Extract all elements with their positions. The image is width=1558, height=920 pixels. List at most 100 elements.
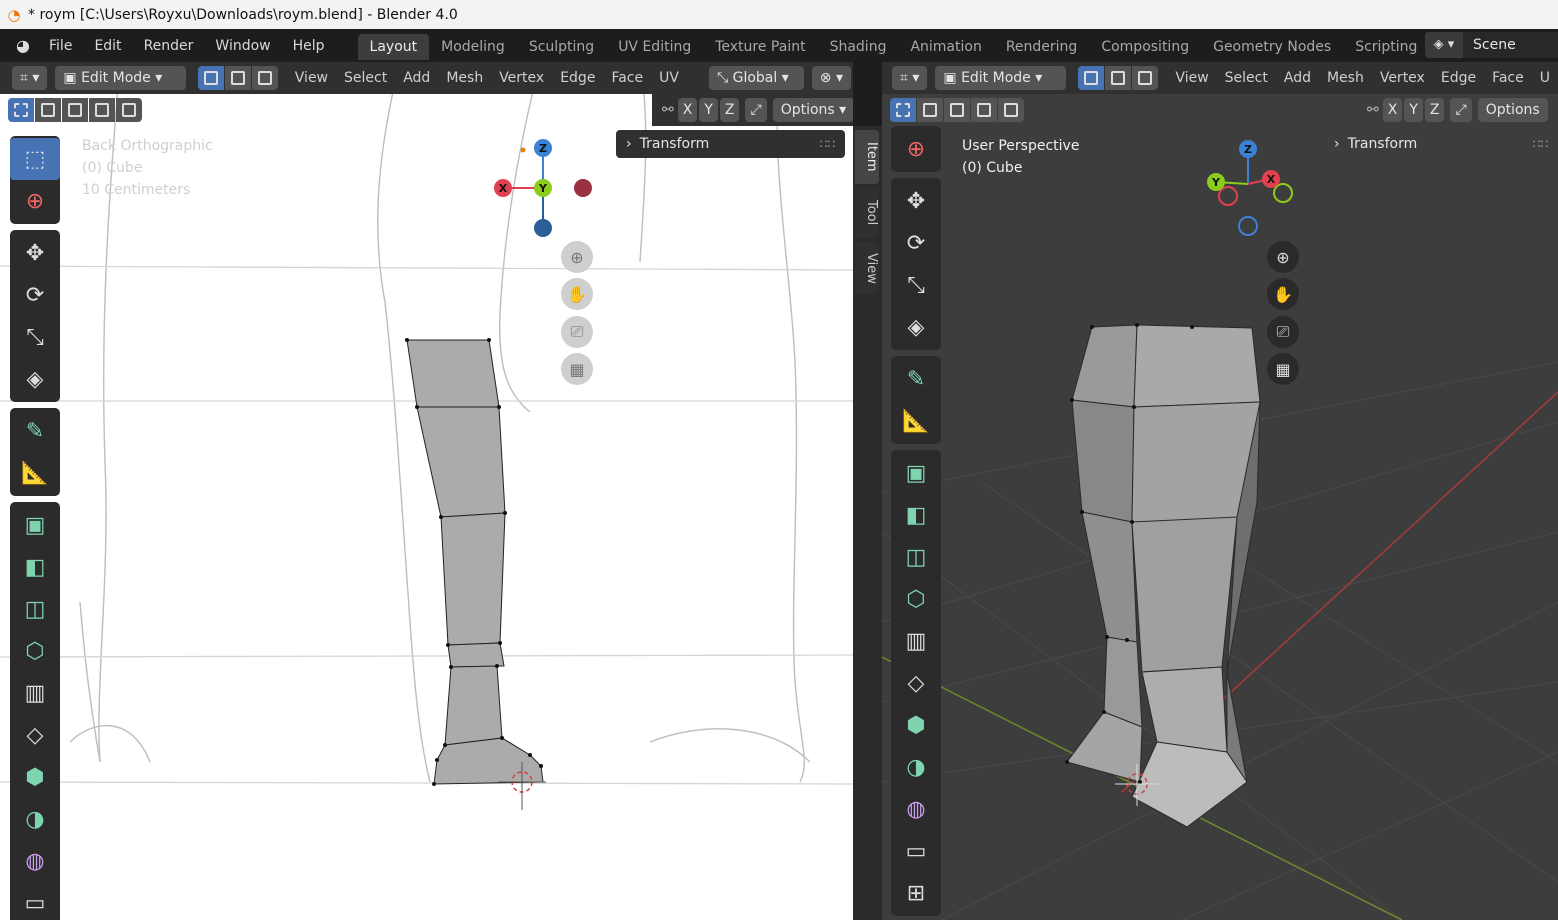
navigation-gizmo[interactable]: Z Y X — [1194, 132, 1304, 242]
extrude-tool[interactable]: ◧ — [891, 494, 941, 536]
scale-tool[interactable]: ⤡ — [10, 316, 60, 358]
scene-selector[interactable]: ◈ ▾ Scene — [1425, 32, 1558, 58]
spin-tool[interactable]: ◑ — [891, 746, 941, 788]
navigation-gizmo[interactable]: Z X Y — [490, 132, 600, 242]
scale-tool[interactable]: ⤡ — [891, 264, 941, 306]
menu-edge[interactable]: Edge — [1433, 70, 1484, 86]
perspective-toggle-icon[interactable]: ▦ — [1267, 353, 1299, 385]
tab-shading[interactable]: Shading — [818, 34, 899, 60]
pan-hand-icon[interactable]: ✋ — [561, 278, 593, 310]
select-intersect-icon[interactable] — [998, 98, 1024, 122]
drag-handle-icon[interactable]: ∷∷ — [1533, 137, 1548, 151]
transform-panel[interactable]: › Transform ∷∷ — [1324, 130, 1558, 158]
annotate-tool[interactable]: ✎ — [10, 410, 60, 452]
select-invert-icon[interactable] — [971, 98, 997, 122]
scene-icon[interactable]: ◈ ▾ — [1425, 32, 1463, 58]
menu-window[interactable]: Window — [204, 33, 281, 59]
select-extend-icon[interactable] — [35, 98, 61, 122]
pan-hand-icon[interactable]: ✋ — [1267, 278, 1299, 310]
bevel-tool[interactable]: ⬡ — [891, 578, 941, 620]
select-intersect-icon[interactable] — [116, 98, 142, 122]
drag-handle-icon[interactable]: ∷∷ — [820, 137, 835, 151]
select-box-tool[interactable]: ⬚ — [10, 138, 60, 180]
menu-edge[interactable]: Edge — [552, 70, 603, 86]
zoom-icon[interactable]: ⊕ — [1267, 241, 1299, 273]
blender-menu-icon[interactable]: ◕ — [8, 36, 38, 55]
tab-scripting[interactable]: Scripting — [1343, 34, 1429, 60]
cursor-tool[interactable]: ⊕ — [10, 180, 60, 222]
options-button[interactable]: Options — [1477, 98, 1548, 122]
smooth-tool[interactable]: ◍ — [10, 840, 60, 882]
mode-dropdown[interactable]: ▣ Edit Mode ▾ — [55, 66, 186, 90]
tab-modeling[interactable]: Modeling — [429, 34, 517, 60]
scene-name[interactable]: Scene — [1463, 32, 1558, 58]
loop-cut-tool[interactable]: ▥ — [891, 620, 941, 662]
tab-compositing[interactable]: Compositing — [1089, 34, 1201, 60]
poly-build-tool[interactable]: ⬢ — [891, 704, 941, 746]
camera-icon[interactable]: ⎚ — [1267, 316, 1299, 348]
tab-sculpting[interactable]: Sculpting — [517, 34, 606, 60]
select-new-icon[interactable] — [8, 98, 34, 122]
edge-slide-tool[interactable]: ▭ — [10, 882, 60, 920]
edge-select-icon[interactable] — [224, 66, 251, 90]
move-tool[interactable]: ✥ — [10, 232, 60, 274]
menu-select[interactable]: Select — [1217, 70, 1276, 86]
menu-file[interactable]: File — [38, 33, 83, 59]
menu-vertex[interactable]: Vertex — [1372, 70, 1433, 86]
face-select-icon[interactable] — [1132, 66, 1159, 90]
smooth-tool[interactable]: ◍ — [891, 788, 941, 830]
move-tool[interactable]: ✥ — [891, 180, 941, 222]
select-extend-icon[interactable] — [917, 98, 943, 122]
menu-view[interactable]: View — [1167, 70, 1216, 86]
knife-tool[interactable]: ◇ — [10, 714, 60, 756]
measure-tool[interactable]: 📐 — [891, 400, 941, 442]
camera-icon[interactable]: ⎚ — [561, 316, 593, 348]
rotate-tool[interactable]: ⟳ — [10, 274, 60, 316]
measure-tool[interactable]: 📐 — [10, 452, 60, 494]
gizmo-neg-x-axis[interactable] — [1218, 186, 1238, 206]
edge-slide-tool[interactable]: ▭ — [891, 830, 941, 872]
transform-tool[interactable]: ◈ — [891, 306, 941, 348]
menu-mesh[interactable]: Mesh — [438, 70, 491, 86]
select-subtract-icon[interactable] — [944, 98, 970, 122]
sidebar-tab-view[interactable]: View — [855, 242, 879, 294]
gizmo-neg-x-axis[interactable] — [574, 179, 592, 197]
mirror-y-toggle[interactable]: Y — [699, 98, 718, 122]
gizmo-neg-z-axis[interactable] — [1238, 216, 1258, 236]
vertex-select-icon[interactable] — [197, 66, 224, 90]
inset-tool[interactable]: ◫ — [10, 588, 60, 630]
rotate-tool[interactable]: ⟳ — [891, 222, 941, 264]
gizmo-neg-z-axis[interactable] — [534, 219, 552, 237]
knife-tool[interactable]: ◇ — [891, 662, 941, 704]
vertex-select-icon[interactable] — [1078, 66, 1105, 90]
menu-mesh[interactable]: Mesh — [1319, 70, 1372, 86]
tab-geometry-nodes[interactable]: Geometry Nodes — [1201, 34, 1343, 60]
menu-edit[interactable]: Edit — [83, 33, 132, 59]
orientation-dropdown[interactable]: ⤡ Global ▾ — [708, 66, 804, 90]
select-new-icon[interactable] — [890, 98, 916, 122]
tab-rendering[interactable]: Rendering — [994, 34, 1090, 60]
menu-view[interactable]: View — [287, 70, 336, 86]
add-cube-tool[interactable]: ▣ — [891, 452, 941, 494]
menu-render[interactable]: Render — [133, 33, 205, 59]
menu-help[interactable]: Help — [282, 33, 336, 59]
annotate-tool[interactable]: ✎ — [891, 358, 941, 400]
snap-icon[interactable]: ⤢ — [1450, 98, 1472, 122]
select-invert-icon[interactable] — [89, 98, 115, 122]
menu-vertex[interactable]: Vertex — [491, 70, 552, 86]
menu-add[interactable]: Add — [1276, 70, 1319, 86]
mirror-x-toggle[interactable]: X — [1382, 98, 1403, 122]
bevel-tool[interactable]: ⬡ — [10, 630, 60, 672]
sidebar-tab-item[interactable]: Item — [855, 130, 879, 184]
menu-face[interactable]: Face — [1484, 70, 1532, 86]
mirror-y-toggle[interactable]: Y — [1404, 98, 1423, 122]
tab-animation[interactable]: Animation — [898, 34, 993, 60]
menu-select[interactable]: Select — [336, 70, 395, 86]
gizmo-neg-y-axis[interactable] — [1273, 183, 1293, 203]
edge-select-icon[interactable] — [1105, 66, 1132, 90]
cursor-tool[interactable]: ⊕ — [891, 128, 941, 170]
spin-tool[interactable]: ◑ — [10, 798, 60, 840]
zoom-icon[interactable]: ⊕ — [561, 241, 593, 273]
shrink-fatten-tool[interactable]: ⊞ — [891, 872, 941, 914]
sidebar-tab-tool[interactable]: Tool — [855, 188, 879, 238]
